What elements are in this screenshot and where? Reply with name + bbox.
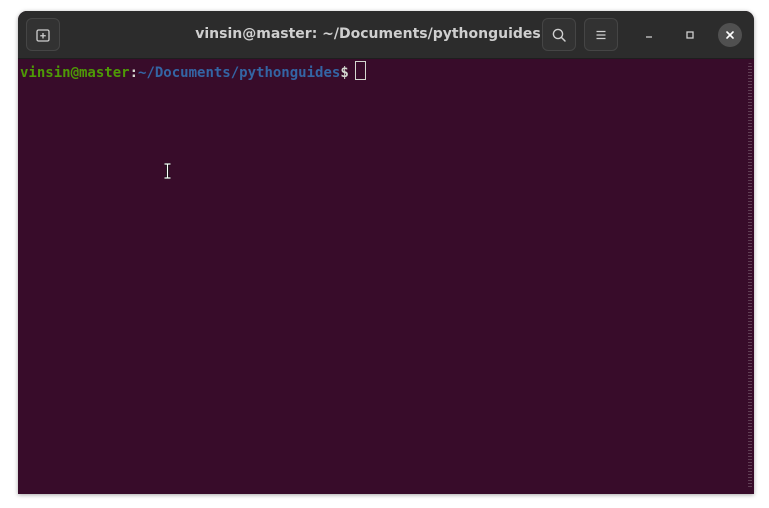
close-button[interactable]	[718, 23, 742, 47]
hamburger-menu-icon	[596, 30, 606, 39]
maximize-button[interactable]	[678, 23, 702, 47]
scrollbar[interactable]	[748, 63, 752, 489]
minimize-icon	[646, 36, 652, 38]
search-button[interactable]	[542, 18, 576, 51]
close-icon	[726, 31, 734, 39]
prompt-colon: :	[129, 65, 139, 81]
minimize-button[interactable]	[637, 23, 661, 47]
terminal-output-area[interactable]: vinsin@master:~/Documents/pythonguides$	[18, 59, 754, 494]
new-tab-icon	[36, 28, 50, 42]
text-cursor	[354, 61, 366, 80]
terminal-window: vinsin@master: ~/Documents/pythonguides	[18, 11, 754, 494]
prompt-line: vinsin@master:~/Documents/pythonguides$	[20, 61, 366, 82]
prompt-user-host: vinsin@master	[20, 65, 130, 81]
menu-button[interactable]	[584, 18, 618, 51]
title-bar[interactable]: vinsin@master: ~/Documents/pythonguides	[18, 11, 754, 59]
window-title: vinsin@master: ~/Documents/pythonguides	[195, 26, 541, 42]
search-icon	[552, 28, 566, 42]
maximize-icon	[686, 31, 694, 39]
prompt-symbol: $	[340, 65, 349, 81]
prompt-path: ~/Documents/pythonguides	[138, 65, 341, 81]
new-tab-button[interactable]	[26, 18, 60, 51]
mouse-ibeam-cursor-icon	[164, 163, 171, 179]
